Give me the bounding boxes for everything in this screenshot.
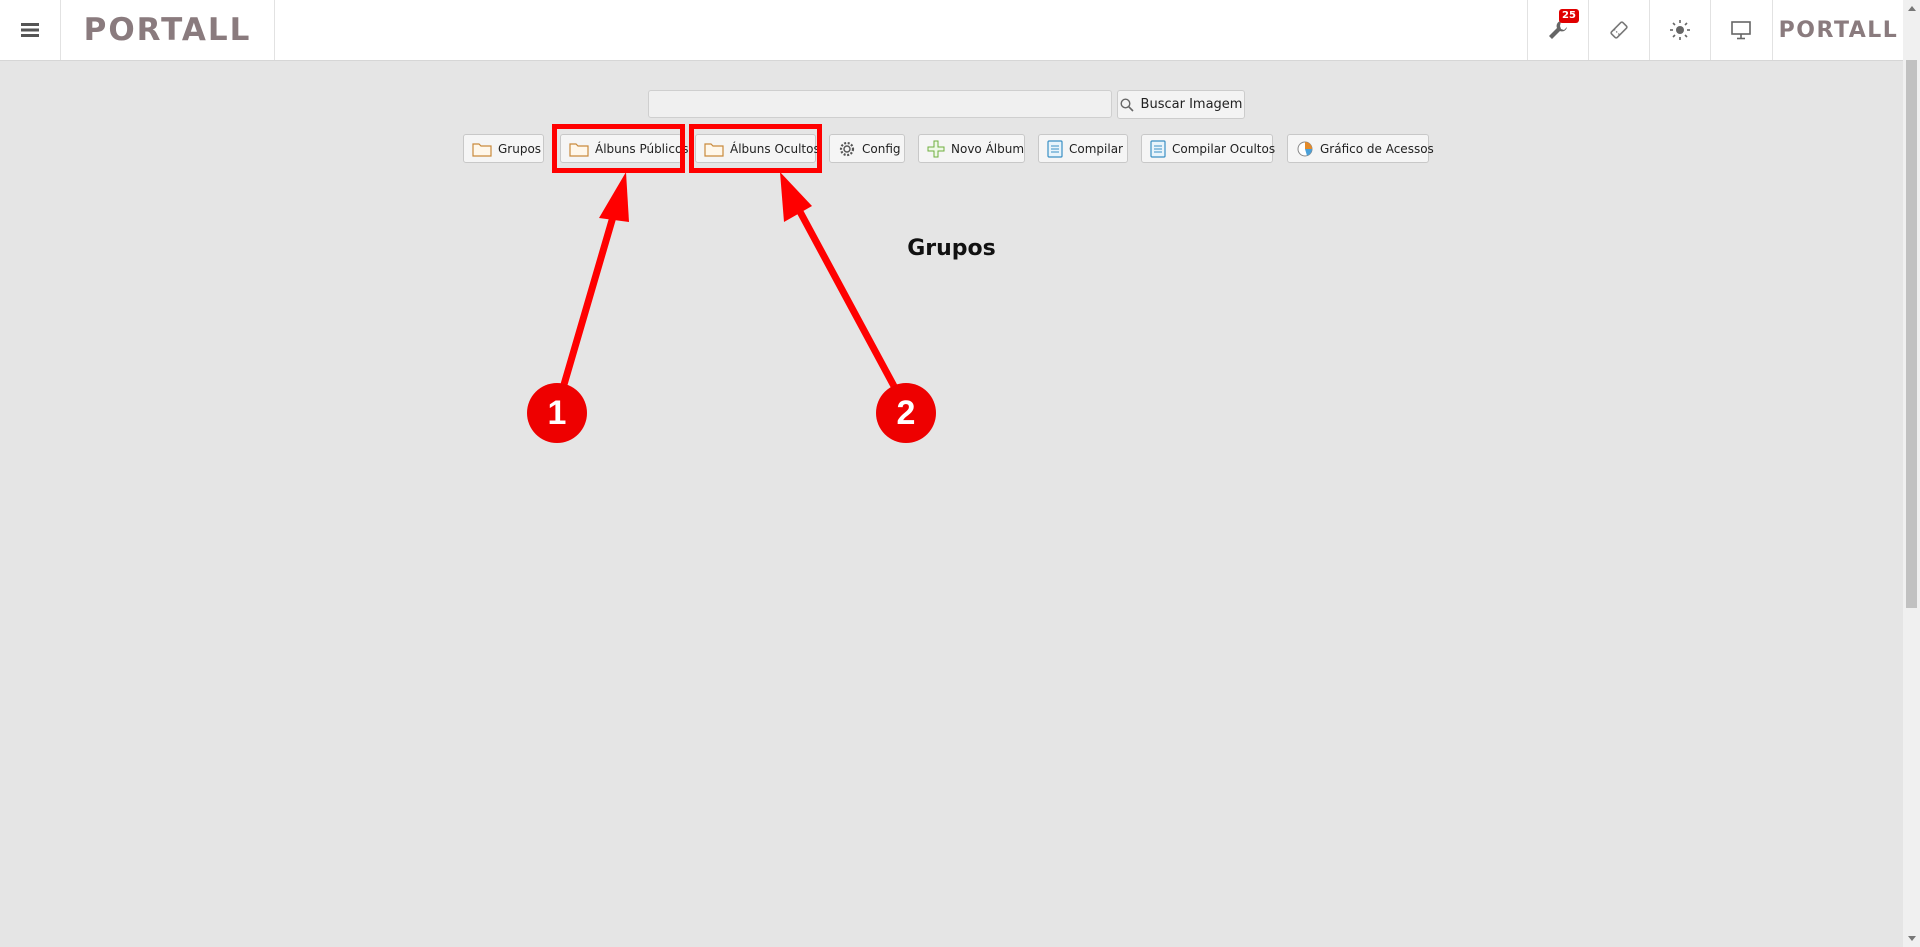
grupos-button[interactable]: Grupos (463, 134, 544, 163)
annotation-highlight-1 (552, 124, 685, 173)
monitor-icon (1731, 21, 1751, 40)
annotation-arrow-2-shaft (794, 204, 899, 392)
novo-album-button-label: Novo Álbum (951, 141, 1025, 156)
annotation-marker-2: 2 (876, 383, 936, 443)
document-icon (1150, 139, 1166, 158)
menu-button[interactable] (0, 0, 61, 60)
grafico-acessos-button-label: Gráfico de Acessos (1320, 141, 1434, 156)
brand-logo[interactable]: PORTALL (61, 0, 275, 60)
annotation-marker-1: 1 (527, 383, 587, 443)
search-icon (1120, 97, 1134, 112)
plus-icon (927, 140, 945, 158)
search-input[interactable] (648, 90, 1112, 118)
search-button-label: Buscar Imagem (1140, 97, 1243, 112)
grafico-acessos-button[interactable]: Gráfico de Acessos (1287, 134, 1434, 163)
tools-button[interactable]: 25 (1527, 0, 1588, 60)
grupos-button-label: Grupos (498, 141, 542, 156)
annotation-highlight-2 (689, 124, 822, 173)
brand-logo-text: PORTALL (83, 12, 252, 48)
compilar-ocultos-button[interactable]: Compilar Ocultos (1141, 134, 1276, 163)
theme-button[interactable] (1649, 0, 1710, 60)
search-button[interactable]: Buscar Imagem (1117, 90, 1245, 119)
scroll-down-arrow-icon[interactable] (1903, 930, 1920, 947)
sun-icon (1670, 20, 1690, 40)
vertical-scrollbar[interactable] (1903, 0, 1920, 947)
ticket-icon (1610, 21, 1628, 39)
gear-icon (838, 140, 856, 158)
folder-icon (472, 140, 492, 158)
scroll-up-arrow-icon[interactable] (1903, 0, 1920, 17)
document-icon (1047, 139, 1063, 158)
page-title: Grupos (907, 236, 996, 261)
tickets-button[interactable] (1588, 0, 1649, 60)
annotation-arrow-2-head (780, 172, 812, 222)
brand-logo-right[interactable]: PORTALL (1772, 0, 1904, 60)
scrollbar-thumb[interactable] (1906, 60, 1917, 608)
compilar-button[interactable]: Compilar (1038, 134, 1128, 163)
notification-badge: 25 (1559, 9, 1579, 23)
menu-icon (21, 23, 39, 37)
annotation-arrow-1-head (599, 172, 629, 222)
top-navbar: PORTALL 25 PORTALL (0, 0, 1903, 61)
novo-album-button[interactable]: Novo Álbum (918, 134, 1025, 163)
compilar-button-label: Compilar (1069, 141, 1123, 156)
config-button[interactable]: Config (829, 134, 905, 163)
config-button-label: Config (862, 141, 901, 156)
display-button[interactable] (1710, 0, 1771, 60)
brand-logo-right-text: PORTALL (1778, 17, 1899, 43)
compilar-ocultos-button-label: Compilar Ocultos (1172, 141, 1276, 156)
chart-icon (1296, 140, 1314, 158)
